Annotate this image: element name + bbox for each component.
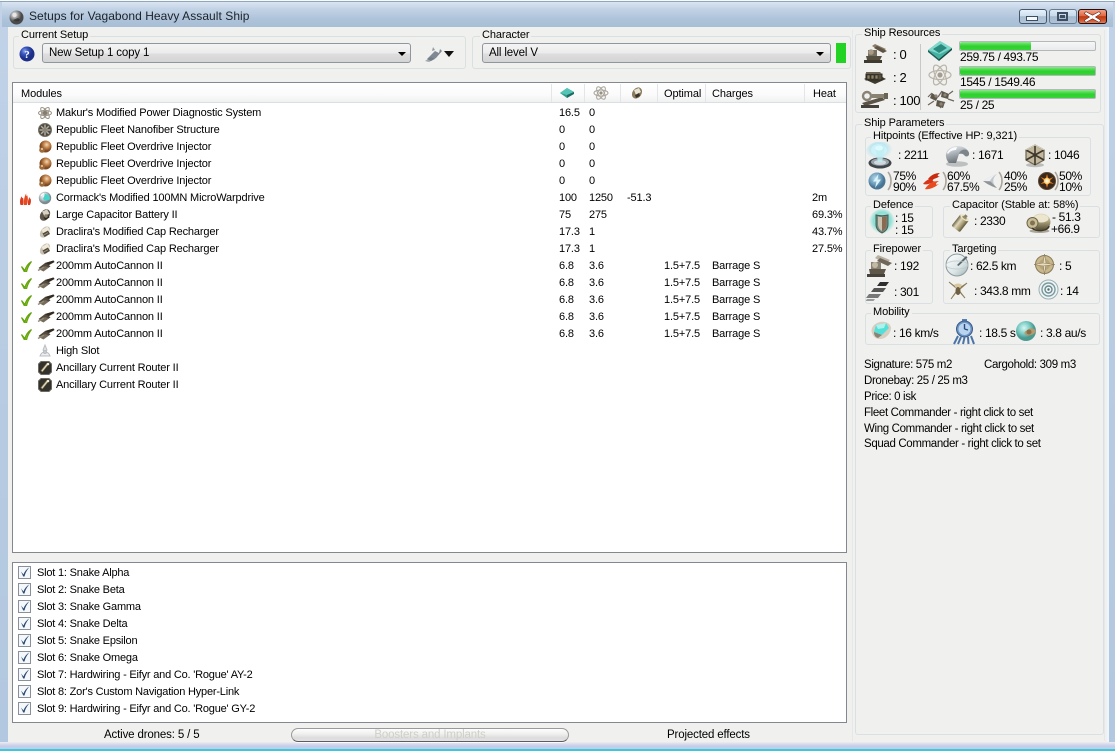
- svg-text:?: ?: [24, 49, 30, 61]
